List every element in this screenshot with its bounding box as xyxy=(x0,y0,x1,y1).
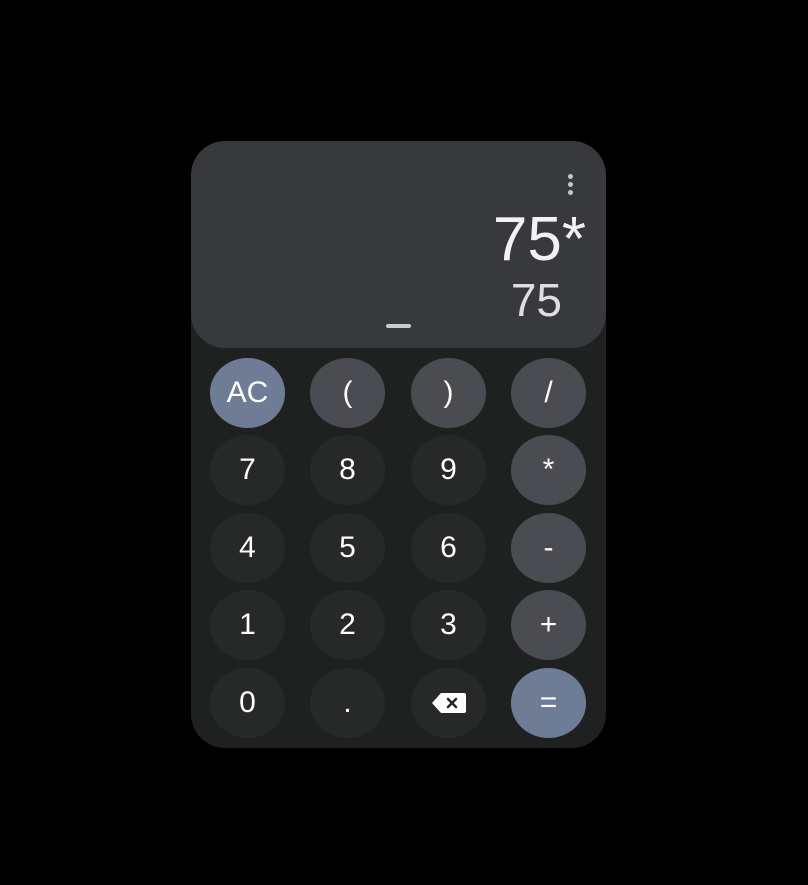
subtract-button[interactable]: - xyxy=(511,513,586,583)
keypad: AC ( ) / 7 8 9 * 4 5 6 - 1 2 3 + 0 . = xyxy=(191,141,606,748)
backspace-icon xyxy=(431,693,466,713)
calculator: 75* 75 AC ( ) / 7 8 9 * 4 5 6 - 1 2 3 + … xyxy=(191,141,606,748)
open-parenthesis-button[interactable]: ( xyxy=(310,358,385,428)
digit-0-button[interactable]: 0 xyxy=(210,668,285,738)
digit-8-button[interactable]: 8 xyxy=(310,435,385,505)
digit-1-button[interactable]: 1 xyxy=(210,590,285,660)
add-button[interactable]: + xyxy=(511,590,586,660)
digit-4-button[interactable]: 4 xyxy=(210,513,285,583)
digit-5-button[interactable]: 5 xyxy=(310,513,385,583)
digit-3-button[interactable]: 3 xyxy=(411,590,486,660)
digit-9-button[interactable]: 9 xyxy=(411,435,486,505)
digit-2-button[interactable]: 2 xyxy=(310,590,385,660)
close-parenthesis-button[interactable]: ) xyxy=(411,358,486,428)
divide-button[interactable]: / xyxy=(511,358,586,428)
backspace-button[interactable] xyxy=(411,668,486,738)
equals-button[interactable]: = xyxy=(511,668,586,738)
clear-button[interactable]: AC xyxy=(210,358,285,428)
decimal-button[interactable]: . xyxy=(310,668,385,738)
digit-7-button[interactable]: 7 xyxy=(210,435,285,505)
digit-6-button[interactable]: 6 xyxy=(411,513,486,583)
multiply-button[interactable]: * xyxy=(511,435,586,505)
